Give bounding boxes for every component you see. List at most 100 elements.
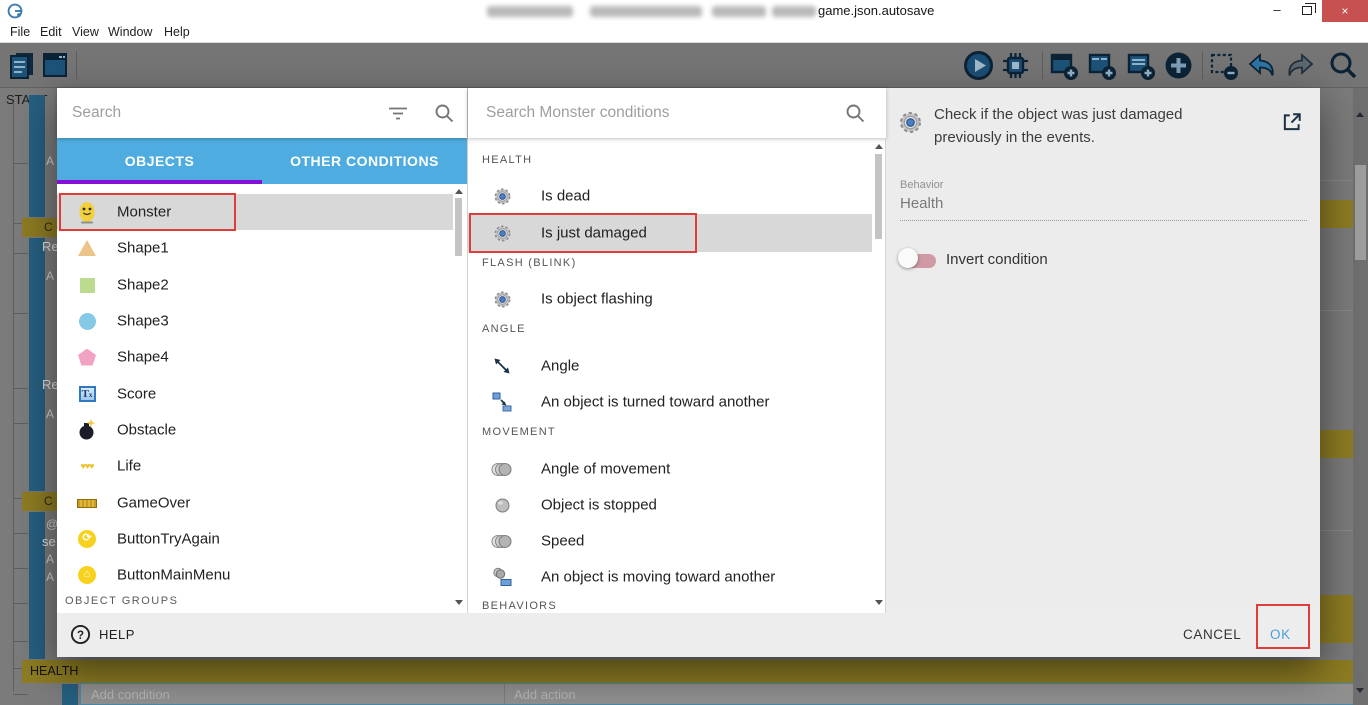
redo-icon[interactable]: [1284, 50, 1316, 81]
search-icon[interactable]: [433, 102, 455, 124]
condition-row-speed[interactable]: Speed: [468, 523, 872, 559]
event-text-fragment: A: [46, 570, 55, 584]
empty-event-row: Add condition Add action: [80, 683, 1368, 705]
minimize-button[interactable]: –: [1262, 0, 1292, 22]
comment-event-dimmed: [1320, 200, 1353, 228]
event-indent-bar: [29, 238, 45, 491]
condition-label: An object is moving toward another: [541, 568, 776, 586]
toggle-thumb[interactable]: [898, 248, 918, 268]
scene-editor-icon[interactable]: [40, 50, 70, 80]
condition-row-object-is-stopped[interactable]: Object is stopped: [468, 487, 872, 523]
object-label: Shape3: [117, 312, 169, 330]
condition-search-input[interactable]: [486, 98, 816, 128]
events-editor-icon[interactable]: [8, 50, 36, 80]
scrollbar-thumb[interactable]: [1355, 165, 1366, 260]
object-row-obstacle[interactable]: Obstacle: [57, 412, 453, 448]
single-circle-icon: [490, 494, 514, 516]
bomb-icon: [75, 417, 99, 443]
events-scrollbar[interactable]: [1353, 88, 1368, 705]
object-row-shape2[interactable]: Shape2: [57, 267, 453, 303]
triangle-shape-icon: [75, 235, 99, 261]
menu-view[interactable]: View: [68, 25, 103, 39]
scrollbar-thumb[interactable]: [455, 198, 462, 256]
object-row-gameover[interactable]: GameOver: [57, 485, 453, 521]
condition-row-is-dead[interactable]: Is dead: [468, 178, 872, 214]
object-row-life[interactable]: ♥♥♥ Life: [57, 448, 453, 484]
object-row-monster[interactable]: Monster: [57, 194, 453, 230]
condition-row-angle[interactable]: Angle: [468, 348, 872, 384]
condition-section-header: MOVEMENT: [482, 426, 556, 438]
behavior-field-underline: [900, 220, 1307, 221]
menu-help[interactable]: Help: [160, 25, 194, 39]
condition-label: Angle: [541, 357, 580, 375]
condition-list-scrollbar[interactable]: [873, 138, 884, 613]
scroll-up-icon[interactable]: [1356, 112, 1364, 117]
close-button[interactable]: ×: [1322, 0, 1368, 22]
object-groups-header: OBJECT GROUPS: [65, 595, 179, 607]
condition-section-header: ANGLE: [482, 323, 526, 335]
object-row-score[interactable]: Tx Score: [57, 376, 453, 412]
restore-icon: [1302, 3, 1316, 15]
restore-button[interactable]: [1292, 0, 1322, 22]
add-event-icon[interactable]: [1048, 50, 1079, 81]
scrollbar-thumb[interactable]: [875, 154, 882, 239]
behavior-gear-icon: [490, 185, 514, 207]
ok-button[interactable]: OK: [1270, 627, 1291, 642]
object-row-shape3[interactable]: Shape3: [57, 303, 453, 339]
undo-icon[interactable]: [1246, 50, 1278, 81]
object-search-input[interactable]: [72, 98, 362, 128]
toolbar: [0, 43, 1368, 88]
play-icon[interactable]: [963, 50, 994, 81]
cancel-button[interactable]: CANCEL: [1183, 627, 1241, 642]
object-label: Monster: [117, 203, 172, 221]
object-list-scrollbar[interactable]: [453, 184, 464, 613]
object-row-shape4[interactable]: Shape4: [57, 339, 453, 375]
overlapping-circles-icon: [490, 530, 514, 552]
debug-icon[interactable]: [1000, 50, 1031, 81]
gameover-banner-icon: [75, 490, 99, 516]
add-circle-icon[interactable]: [1163, 50, 1194, 81]
condition-section-header: HEALTH: [482, 154, 533, 166]
menu-file[interactable]: File: [6, 25, 34, 39]
svg-text:?: ?: [77, 630, 84, 642]
angle-arrows-icon: [490, 355, 514, 377]
filter-icon[interactable]: [387, 106, 409, 121]
object-row-buttontryagain[interactable]: ⟳ ButtonTryAgain: [57, 521, 453, 557]
add-subevent-icon[interactable]: [1086, 50, 1117, 81]
scroll-up-icon[interactable]: [875, 144, 883, 149]
behavior-field-value[interactable]: Health: [900, 195, 943, 212]
moving-toward-icon: [490, 566, 514, 588]
comment-event-dimmed: [1320, 595, 1353, 643]
scroll-down-icon[interactable]: [875, 600, 883, 605]
help-button[interactable]: ? HELP: [70, 624, 135, 645]
condition-row-turned-toward[interactable]: An object is turned toward another: [468, 384, 872, 420]
condition-label: An object is turned toward another: [541, 393, 770, 411]
event-indent-bar: [29, 95, 45, 217]
add-comment-icon[interactable]: [1125, 50, 1156, 81]
search-icon[interactable]: [844, 102, 866, 124]
condition-row-angle-of-movement[interactable]: Angle of movement: [468, 451, 872, 487]
scroll-up-icon[interactable]: [455, 189, 463, 194]
condition-section-header: BEHAVIORS: [482, 600, 558, 612]
object-label: Score: [117, 385, 157, 403]
object-label: Obstacle: [117, 421, 177, 439]
invert-condition-label: Invert condition: [946, 251, 1048, 268]
condition-label: Object is stopped: [541, 496, 657, 514]
menu-window[interactable]: Window: [104, 25, 156, 39]
condition-row-is-object-flashing[interactable]: Is object flashing: [468, 281, 872, 317]
tab-objects[interactable]: OBJECTS: [57, 138, 262, 184]
scroll-down-icon[interactable]: [1356, 688, 1364, 693]
remove-event-icon[interactable]: [1208, 50, 1239, 81]
circle-shape-icon: [75, 308, 99, 334]
tab-other-conditions[interactable]: OTHER CONDITIONS: [262, 138, 467, 184]
object-row-shape1[interactable]: Shape1: [57, 230, 453, 266]
window-title: game.json.autosave: [818, 3, 935, 18]
condition-row-is-just-damaged[interactable]: Is just damaged: [468, 214, 872, 252]
menu-edit[interactable]: Edit: [36, 25, 66, 39]
condition-row-moving-toward[interactable]: An object is moving toward another: [468, 559, 872, 595]
event-indent-bar: [62, 684, 78, 705]
scroll-down-icon[interactable]: [455, 600, 463, 605]
search-toolbar-icon[interactable]: [1327, 49, 1359, 81]
object-row-buttonmainmenu[interactable]: ⌂ ButtonMainMenu: [57, 557, 453, 593]
open-help-page-icon[interactable]: [1281, 111, 1303, 133]
